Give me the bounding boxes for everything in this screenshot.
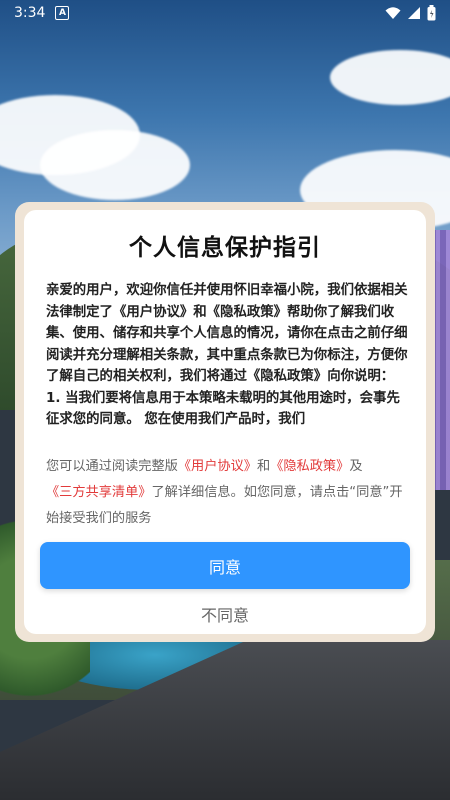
dialog-body-scroll[interactable]: 亲爱的用户，欢迎你信任并使用怀旧幸福小院，我们依据相关法律制定了《用户协议》和《… (46, 280, 408, 442)
signal-icon (408, 7, 420, 19)
dialog-body-item: 1. 当我们要将信息用于本策略未载明的其他用途时，会事先征求您的同意。 您在使用… (46, 390, 400, 428)
dialog-title: 个人信息保护指引 (129, 235, 321, 261)
disagree-button[interactable]: 不同意 (24, 602, 426, 630)
note-prefix: 您可以通过阅读完整版 (46, 459, 178, 474)
note-and: 和 (257, 459, 271, 474)
privacy-dialog: 个人信息保护指引 亲爱的用户，欢迎你信任并使用怀旧幸福小院，我们依据相关法律制定… (24, 210, 426, 634)
third-party-list-link[interactable]: 《三方共享清单》 (46, 485, 152, 500)
agree-button[interactable]: 同意 (40, 542, 410, 589)
note-and2: 及 (349, 459, 363, 474)
privacy-policy-link[interactable]: 《隐私政策》 (270, 459, 349, 474)
wifi-icon (385, 7, 401, 19)
status-time: 3:34 (14, 5, 46, 21)
notification-icon: A (55, 6, 70, 20)
battery-icon (427, 5, 436, 21)
dialog-note: 您可以通过阅读完整版《用户协议》和《隐私政策》及 《三方共享清单》了解详细信息。如… (46, 454, 406, 532)
status-bar: 3:34 A (0, 0, 450, 26)
user-agreement-link[interactable]: 《用户协议》 (178, 459, 257, 474)
dialog-body-text: 亲爱的用户，欢迎你信任并使用怀旧幸福小院，我们依据相关法律制定了《用户协议》和《… (46, 283, 408, 384)
agree-button-label: 同意 (208, 557, 241, 577)
cloud (40, 130, 190, 200)
disagree-button-label: 不同意 (200, 606, 249, 625)
